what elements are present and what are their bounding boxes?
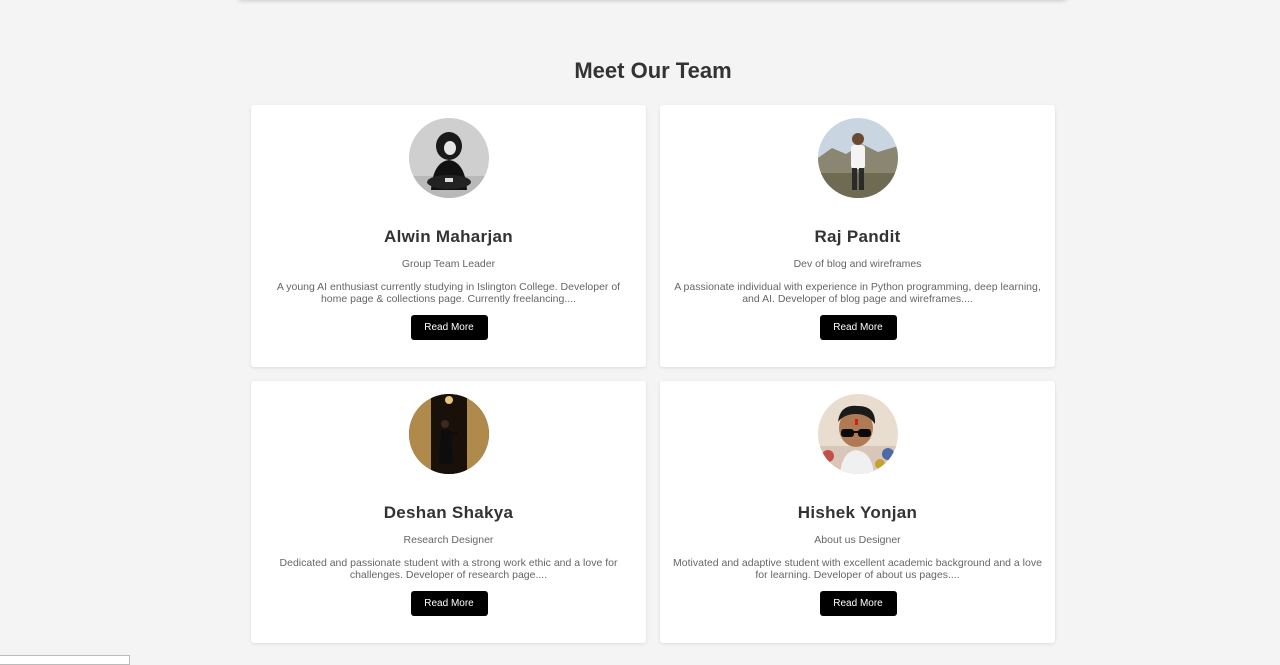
team-card: Hishek Yonjan About us Designer Motivate… xyxy=(660,381,1055,643)
member-bio: A passionate individual with experience … xyxy=(674,281,1041,305)
team-card: Deshan Shakya Research Designer Dedicate… xyxy=(251,381,646,643)
avatar xyxy=(408,118,489,198)
team-card: Raj Pandit Dev of blog and wireframes A … xyxy=(660,105,1055,367)
section-title: Meet Our Team xyxy=(574,58,732,83)
avatar xyxy=(817,394,898,474)
team-card: Alwin Maharjan Group Team Leader A young… xyxy=(251,105,646,367)
member-role: About us Designer xyxy=(814,534,901,546)
floating-widget-edge xyxy=(0,655,130,665)
read-more-button[interactable]: Read More xyxy=(410,591,488,616)
avatar xyxy=(408,394,489,474)
member-bio: Motivated and adaptive student with exce… xyxy=(673,557,1042,581)
read-more-button[interactable]: Read More xyxy=(410,315,488,340)
person-photo-icon xyxy=(817,118,898,198)
person-photo-icon xyxy=(408,394,489,474)
avatar xyxy=(817,118,898,198)
member-role: Dev of blog and wireframes xyxy=(793,258,922,270)
read-more-button[interactable]: Read More xyxy=(819,315,897,340)
member-name: Alwin Maharjan xyxy=(384,227,513,246)
member-name: Deshan Shakya xyxy=(383,503,514,522)
member-role: Research Designer xyxy=(403,534,494,546)
person-photo-icon xyxy=(408,118,489,198)
person-photo-icon xyxy=(817,394,898,474)
read-more-button[interactable]: Read More xyxy=(819,591,897,616)
member-name: Raj Pandit xyxy=(814,227,901,246)
member-role: Group Team Leader xyxy=(401,258,496,270)
member-bio: A young AI enthusiast currently studying… xyxy=(276,281,621,305)
member-name: Hishek Yonjan xyxy=(797,503,918,522)
member-bio: Dedicated and passionate student with a … xyxy=(279,557,618,581)
team-grid: Alwin Maharjan Group Team Leader A young… xyxy=(251,105,1055,643)
